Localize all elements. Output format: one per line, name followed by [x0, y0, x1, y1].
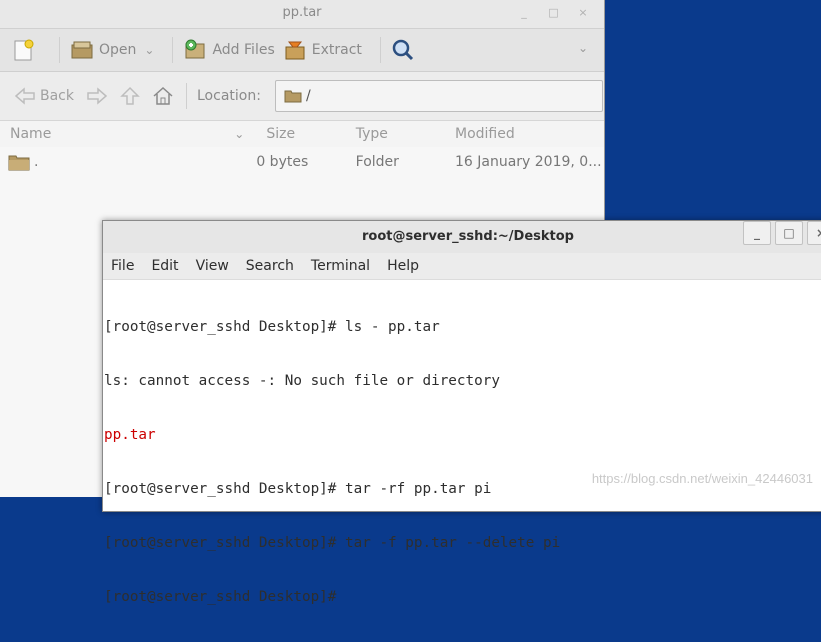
location-field[interactable]: / [274, 80, 603, 112]
terminal-prompt: [root@server_sshd Desktop]# [104, 589, 346, 605]
archive-title: pp.tar [282, 5, 322, 20]
menu-terminal[interactable]: Terminal [311, 258, 370, 274]
add-files-label: Add Files [212, 42, 275, 58]
column-size[interactable]: Size [256, 126, 355, 142]
terminal-minimize-button[interactable]: _ [743, 221, 771, 245]
up-button[interactable] [120, 86, 140, 106]
file-size-cell: 0 bytes [256, 154, 309, 170]
up-arrow-icon [120, 86, 140, 105]
menu-edit[interactable]: Edit [151, 258, 178, 274]
archive-toolbar: Open ⌄ Add Files Extract ⌄ [0, 29, 604, 72]
menu-help[interactable]: Help [387, 258, 419, 274]
new-archive-icon [14, 39, 34, 61]
sort-chevron-icon: ⌄ [234, 127, 245, 141]
menu-view[interactable]: View [196, 258, 229, 274]
column-name[interactable]: Name ⌄ [0, 126, 256, 142]
extract-label: Extract [311, 42, 362, 58]
terminal-menubar: File Edit View Search Terminal Help [103, 253, 821, 280]
file-name-cell: . [0, 153, 256, 171]
add-files-icon [185, 39, 205, 59]
folder-icon [284, 90, 302, 103]
chevron-down-icon[interactable]: ⌄ [144, 43, 154, 57]
file-modified-cell: 16 January 2019, 0... [454, 154, 602, 170]
terminal-line-file: pp.tar [104, 427, 156, 443]
location-value: / [305, 88, 311, 104]
extract-icon [285, 41, 305, 60]
open-archive-icon [71, 41, 93, 59]
file-type-cell: Folder [355, 154, 399, 170]
extract-button[interactable]: Extract [283, 38, 362, 62]
home-button[interactable] [152, 86, 174, 106]
minimize-button[interactable]: _ [511, 0, 537, 26]
folder-icon [8, 155, 30, 171]
terminal-line: [root@server_sshd Desktop]# ls - pp.tar [104, 319, 440, 335]
location-bar: Back Location: / [0, 72, 604, 121]
column-type[interactable]: Type [356, 126, 455, 142]
menu-file[interactable]: File [111, 258, 134, 274]
terminal-title: root@server_sshd:~/Desktop [362, 229, 574, 244]
terminal-line: [root@server_sshd Desktop]# tar -f pp.ta… [104, 535, 561, 551]
terminal-line: ls: cannot access -: No such file or dir… [104, 373, 500, 389]
open-button[interactable]: Open ⌄ [70, 39, 154, 61]
maximize-button[interactable]: □ [541, 0, 567, 26]
search-button[interactable] [391, 38, 420, 62]
menu-search[interactable]: Search [246, 258, 294, 274]
home-icon [153, 86, 173, 105]
back-arrow-icon [14, 87, 35, 105]
column-modified[interactable]: Modified [455, 126, 604, 142]
forward-button[interactable] [86, 87, 108, 105]
menu-chevron-down-icon[interactable]: ⌄ [578, 41, 588, 55]
terminal-window: root@server_sshd:~/Desktop _ □ × File Ed… [102, 220, 821, 605]
column-headers: Name ⌄ Size Type Modified [0, 121, 604, 147]
archive-titlebar[interactable]: pp.tar _ □ × [0, 0, 604, 29]
terminal-maximize-button[interactable]: □ [775, 221, 803, 245]
terminal-titlebar[interactable]: root@server_sshd:~/Desktop _ □ × [103, 221, 821, 253]
back-label: Back [40, 88, 74, 104]
list-item[interactable]: . 0 bytes Folder 16 January 2019, 0... [0, 147, 604, 177]
close-button[interactable]: × [570, 0, 596, 26]
terminal-output[interactable]: [root@server_sshd Desktop]# ls - pp.tar … [103, 280, 821, 642]
add-files-button[interactable]: Add Files [183, 38, 275, 62]
open-label: Open [99, 42, 137, 58]
terminal-close-button[interactable]: × [807, 221, 821, 245]
location-label: Location: [197, 88, 261, 104]
forward-arrow-icon [87, 87, 108, 105]
watermark: https://blog.csdn.net/weixin_42446031 [591, 471, 813, 486]
back-button[interactable]: Back [14, 87, 74, 105]
new-archive-button[interactable] [12, 38, 41, 62]
search-icon [392, 39, 413, 61]
